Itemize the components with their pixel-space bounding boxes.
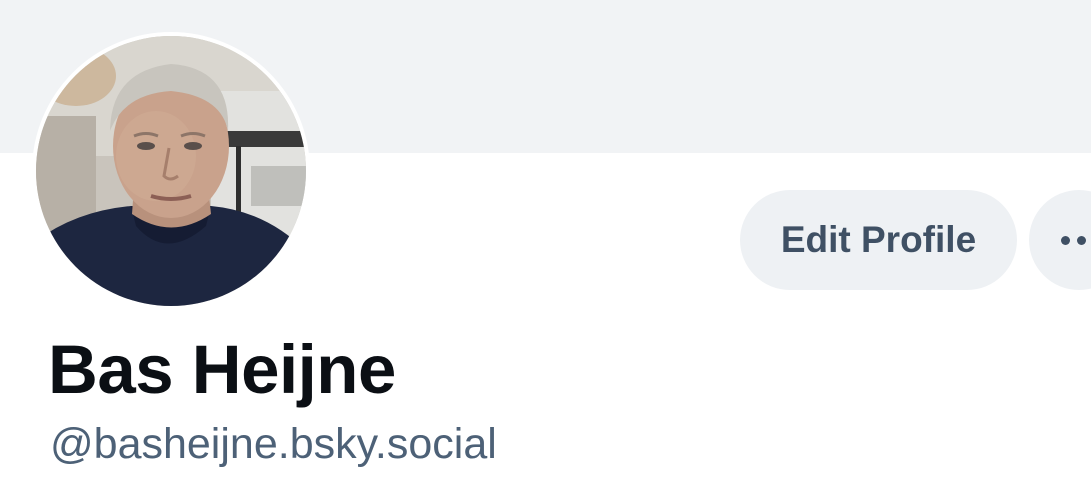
avatar-border	[32, 32, 310, 310]
edit-profile-button[interactable]: Edit Profile	[740, 190, 1017, 290]
profile-header: Edit Profile Bas Heijne @basheijne.bsky.…	[0, 0, 1091, 489]
display-name: Bas Heijne	[48, 331, 396, 408]
avatar-photo	[36, 36, 306, 306]
more-options-button[interactable]	[1029, 190, 1091, 290]
profile-handle[interactable]: @basheijne.bsky.social	[50, 420, 497, 469]
ellipsis-icon	[1077, 236, 1086, 245]
ellipsis-icon	[1061, 236, 1070, 245]
avatar[interactable]	[36, 36, 306, 306]
